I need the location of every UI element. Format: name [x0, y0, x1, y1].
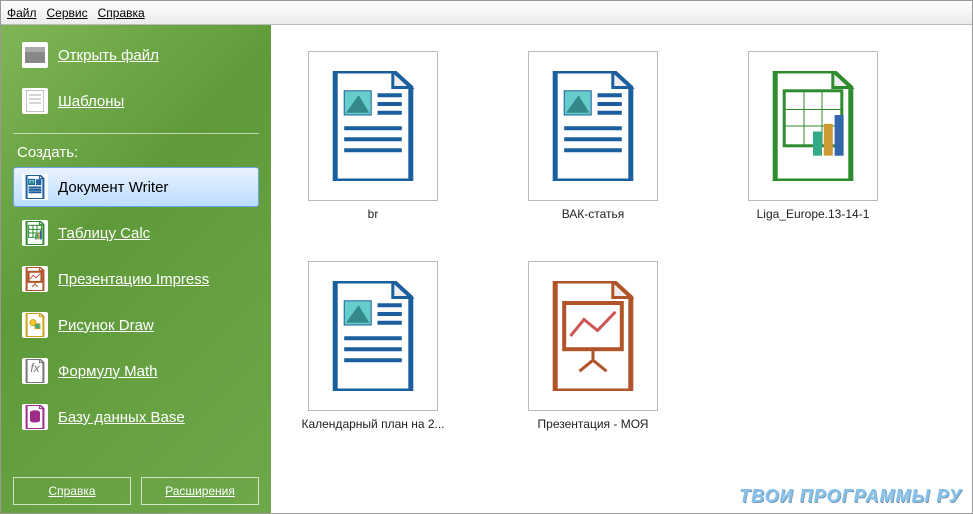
sidebar-bottom: Справка Расширения	[13, 469, 259, 505]
writer-icon	[22, 174, 48, 200]
create-item-label: Базу данных Base	[58, 409, 185, 426]
math-icon: fx	[22, 358, 48, 384]
create-writer-button[interactable]: Документ Writer	[13, 167, 259, 207]
doc-thumbnail	[308, 51, 438, 201]
doc-thumbnail	[748, 51, 878, 201]
open-file-button[interactable]: Открыть файл	[13, 35, 259, 75]
open-icon	[22, 42, 48, 68]
doc-caption: Презентация - МОЯ	[538, 417, 649, 431]
templates-icon	[22, 88, 48, 114]
draw-icon	[22, 312, 48, 338]
templates-label: Шаблоны	[58, 93, 124, 110]
doc-caption: ВАК-статья	[562, 207, 625, 221]
templates-button[interactable]: Шаблоны	[13, 81, 259, 121]
impress-icon	[22, 266, 48, 292]
sidebar-divider	[13, 133, 259, 134]
content-area: Открыть файл Шаблоны Создать:	[1, 25, 972, 513]
doc-thumbnail	[308, 261, 438, 411]
recent-doc-impress[interactable]: Презентация - МОЯ	[513, 261, 673, 431]
calc-icon	[22, 220, 48, 246]
extensions-button[interactable]: Расширения	[141, 477, 259, 505]
create-item-label: Документ Writer	[58, 179, 168, 196]
recent-documents-gallery: br ВАК-статья	[271, 25, 972, 513]
open-file-label: Открыть файл	[58, 47, 159, 64]
recent-doc-writer[interactable]: Календарный план на 2...	[293, 261, 453, 431]
menu-file[interactable]: Файл	[7, 6, 37, 20]
base-icon	[22, 404, 48, 430]
recent-doc-writer[interactable]: br	[293, 51, 453, 221]
menu-help[interactable]: Справка	[98, 6, 145, 20]
doc-caption: Liga_Europe.13-14-1	[757, 207, 870, 221]
create-calc-button[interactable]: Таблицу Calc	[13, 213, 259, 253]
create-item-label: Таблицу Calc	[58, 225, 150, 242]
create-impress-button[interactable]: Презентацию Impress	[13, 259, 259, 299]
sidebar: Открыть файл Шаблоны Создать:	[1, 25, 271, 513]
doc-caption: br	[368, 207, 379, 221]
recent-doc-calc[interactable]: Liga_Europe.13-14-1	[733, 51, 893, 221]
create-heading: Создать:	[13, 144, 259, 161]
doc-thumbnail	[528, 261, 658, 411]
create-draw-button[interactable]: Рисунок Draw	[13, 305, 259, 345]
help-button[interactable]: Справка	[13, 477, 131, 505]
create-base-button[interactable]: Базу данных Base	[13, 397, 259, 437]
menu-service[interactable]: Сервис	[47, 6, 88, 20]
doc-thumbnail	[528, 51, 658, 201]
recent-doc-writer[interactable]: ВАК-статья	[513, 51, 673, 221]
doc-caption: Календарный план на 2...	[301, 417, 444, 431]
watermark: ТВОИ ПРОГРАММЫ РУ	[739, 486, 962, 507]
create-item-label: Формулу Math	[58, 363, 158, 380]
svg-text:fx: fx	[30, 361, 40, 375]
create-item-label: Презентацию Impress	[58, 271, 209, 288]
menubar: Файл Сервис Справка	[1, 1, 972, 25]
create-item-label: Рисунок Draw	[58, 317, 154, 334]
create-math-button[interactable]: fx Формулу Math	[13, 351, 259, 391]
